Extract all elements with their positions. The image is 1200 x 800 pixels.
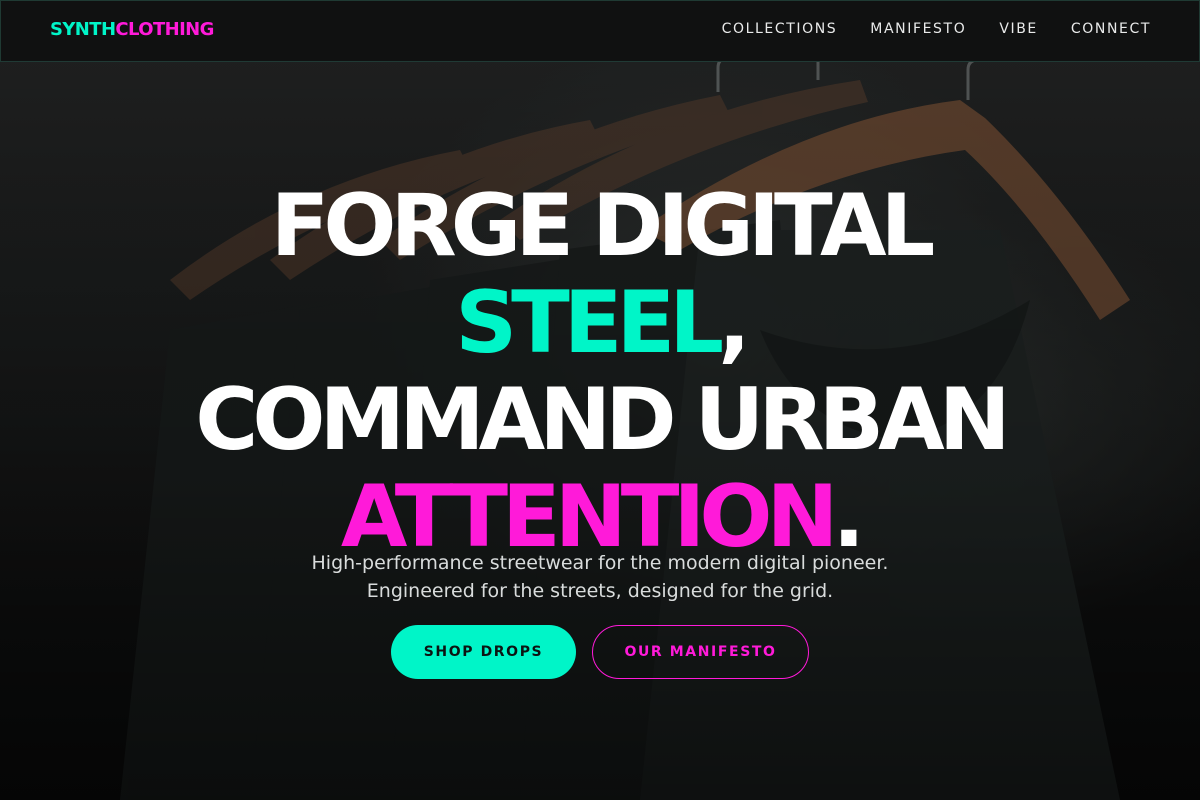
nav-link-manifesto[interactable]: MANIFESTO [870, 21, 966, 37]
shop-drops-button[interactable]: SHOP DROPS [391, 625, 576, 679]
hero-subtext: High-performance streetwear for the mode… [0, 549, 1200, 605]
headline-comma: , [718, 272, 751, 373]
nav-link-vibe[interactable]: VIBE [999, 21, 1038, 37]
top-navbar: SYNTHCLOTHING COLLECTIONS MANIFESTO VIBE… [0, 0, 1200, 62]
hero-cta-group: SHOP DROPS OUR MANIFESTO [0, 625, 1200, 679]
our-manifesto-button[interactable]: OUR MANIFESTO [592, 625, 809, 679]
hero-subtext-line-1: High-performance streetwear for the mode… [311, 552, 889, 574]
brand-logo-clothing: CLOTHING [115, 19, 214, 40]
brand-logo[interactable]: SYNTHCLOTHING [50, 19, 214, 40]
nav-link-connect[interactable]: CONNECT [1071, 21, 1151, 37]
main-nav: COLLECTIONS MANIFESTO VIBE CONNECT [722, 21, 1151, 37]
hero-headline: FORGE DIGITAL STEEL, COMMAND URBAN ATTEN… [0, 175, 1200, 566]
headline-highlight-steel: STEEL [455, 272, 724, 373]
hero-subtext-line-2: Engineered for the streets, designed for… [366, 580, 834, 602]
brand-logo-synth: SYNTH [50, 19, 116, 40]
headline-line-3: COMMAND URBAN [195, 369, 1010, 470]
headline-line-2: STEEL, [0, 272, 1200, 373]
headline-line-1: FORGE DIGITAL [270, 175, 936, 276]
nav-link-collections[interactable]: COLLECTIONS [722, 21, 838, 37]
